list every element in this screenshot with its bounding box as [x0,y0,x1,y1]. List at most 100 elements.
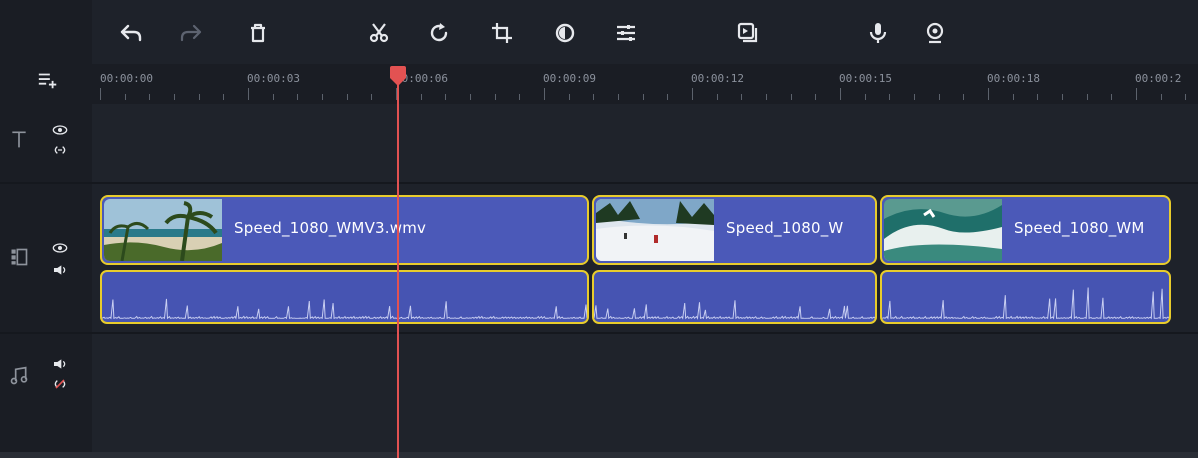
video-track-visibility-toggle[interactable] [50,240,70,256]
ruler-tick-label: 00:00:09 [543,72,596,85]
record-voice-button[interactable] [863,18,893,48]
add-track-icon [38,73,57,89]
audio-waveform [594,300,875,320]
ruler-tick [1111,94,1113,100]
cut-icon [369,23,389,43]
waveform-path [594,300,875,320]
clip-thumbnail [596,199,714,261]
ruler-tick [1037,94,1039,100]
cut-button[interactable] [364,18,394,48]
ruler-tick [198,94,200,100]
webcam-button[interactable] [920,18,950,48]
ruler-tick [618,94,620,100]
ruler-tick [100,88,101,100]
ruler-tick [420,94,422,100]
crop-button[interactable] [487,18,517,48]
ruler-tick [223,94,225,100]
clip-properties-icon [617,25,635,41]
timeline-scrollbar[interactable] [0,452,1198,458]
ruler-tick [741,94,743,100]
title-track-visibility-toggle[interactable] [50,122,70,138]
audio-clip[interactable] [100,270,589,324]
ruler-tick [494,94,496,100]
overlay-icon [737,22,758,43]
ruler-tick [914,94,916,100]
audio-track[interactable] [92,334,1198,452]
clip-thumbnail [104,199,222,261]
speaker-icon [54,265,66,275]
waveform-path [882,287,1169,320]
ruler-tick [593,94,595,100]
clip-name: Speed_1080_WM [1014,219,1145,237]
audio-clip[interactable] [880,270,1171,324]
ruler-tick [667,94,669,100]
redo-icon [180,24,202,42]
rotate-button[interactable] [424,18,454,48]
music-track-icon [8,364,30,388]
title-track-link-toggle[interactable] [50,142,70,158]
ruler-tick [692,88,694,100]
ruler-tick [248,88,250,100]
video-clip[interactable]: Speed_1080_W [592,195,877,265]
ruler-tick [766,94,768,100]
ruler-tick [1086,94,1088,100]
add-track-button[interactable] [30,66,66,94]
ruler-tick [1062,94,1064,100]
ruler-tick [716,94,718,100]
ruler-tick [790,94,792,100]
clip-name: Speed_1080_W [726,219,844,237]
audio-waveform [882,287,1169,320]
ruler-tick [272,94,274,100]
color-adjust-button[interactable] [550,18,580,48]
delete-button[interactable] [243,18,273,48]
undo-button[interactable] [116,18,146,48]
ruler-tick-label: 00:00:12 [691,72,744,85]
ruler-tick [371,94,373,100]
clip-thumbnail [884,199,1002,261]
audio-clip[interactable] [592,270,877,324]
playhead-handle[interactable] [390,66,406,86]
timeline-toolbar [0,0,1198,64]
video-track-icon [8,246,30,268]
ruler-tick [346,94,348,100]
ruler-tick-label: 00:00:03 [247,72,300,85]
link-icon [54,146,66,154]
audio-track-mute-toggle[interactable] [50,356,70,372]
ruler-tick [124,94,126,100]
video-clip[interactable]: Speed_1080_WM [880,195,1171,265]
audio-track-unlink-toggle[interactable] [50,376,70,392]
ruler-tick-label: 00:00:2 [1135,72,1182,85]
ruler-tick [519,94,521,100]
ruler-tick [864,94,866,100]
ruler-tick [988,88,990,100]
title-track[interactable] [92,104,1198,182]
undo-icon [120,24,142,42]
speaker-icon [54,359,66,369]
eye-icon [52,125,68,135]
ruler-tick [297,94,299,100]
ruler-tick [815,94,817,100]
waveform-path [102,298,587,320]
ruler-tick [322,94,324,100]
webcam-icon [926,22,944,44]
crop-icon [492,23,512,43]
video-track-mute-toggle[interactable] [50,262,70,278]
video-clip[interactable]: Speed_1080_WMV3.wmv [100,195,589,265]
clip-properties-button[interactable] [611,18,641,48]
ruler-tick [840,88,842,100]
ruler-tick [1012,94,1014,100]
microphone-icon [869,23,887,43]
ruler-tick [568,94,570,100]
title-track-icon [8,126,30,152]
ruler-tick [938,94,940,100]
ruler-tick [174,94,175,100]
redo-button[interactable] [176,18,206,48]
ruler-tick-label: 00:00:15 [839,72,892,85]
ruler-tick [470,94,472,100]
ruler-tick [1185,94,1187,100]
time-ruler[interactable]: 00:00:00 00:00:03 00:00:06 00:00:09 00:0… [92,64,1198,104]
ruler-tick [889,94,891,100]
ruler-tick [1160,94,1162,100]
overlay-button[interactable] [732,18,762,48]
playhead-line[interactable] [397,80,399,458]
